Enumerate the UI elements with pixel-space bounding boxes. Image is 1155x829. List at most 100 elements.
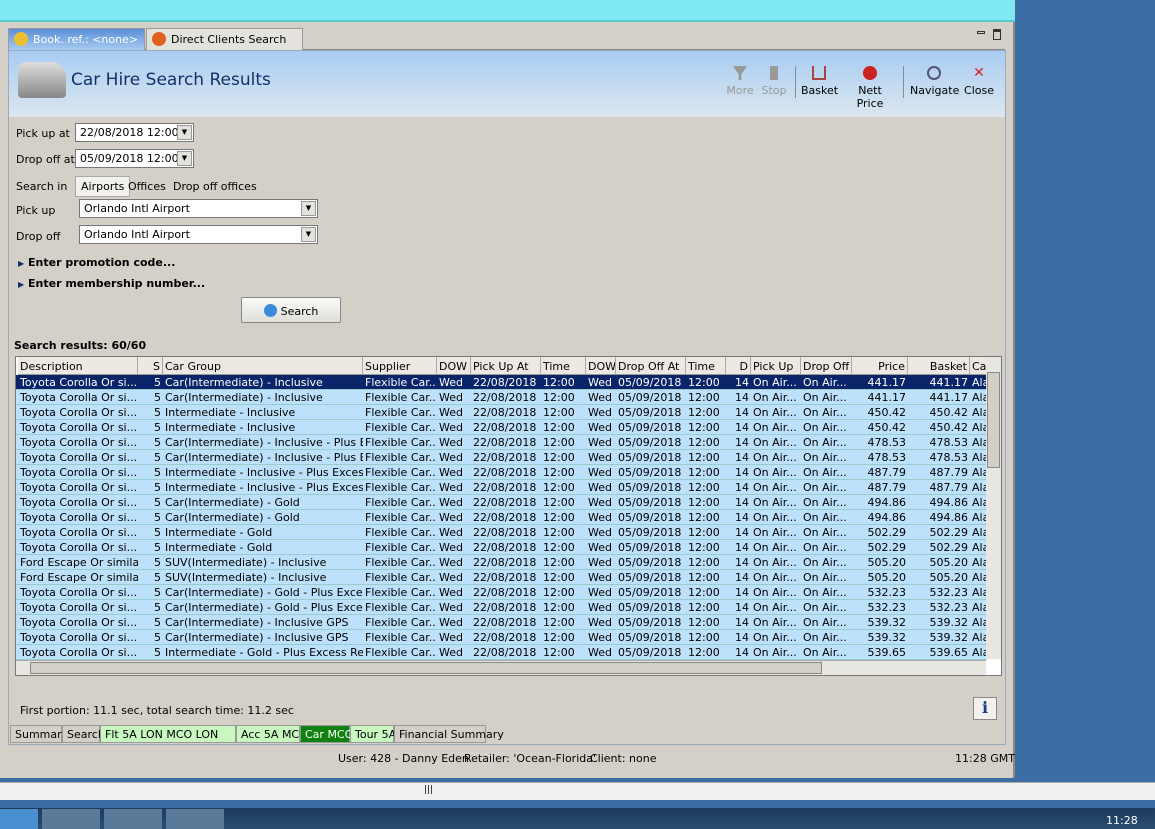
bottom-tab[interactable]: Summary	[10, 725, 68, 743]
table-row[interactable]: Toyota Corolla Or si... 5 Car(Intermediate…	[16, 615, 987, 630]
bottom-tab[interactable]: Search	[62, 725, 105, 743]
column-header[interactable]: Car Group	[163, 357, 363, 375]
table-row[interactable]: Toyota Corolla Or si... 5 Car(Intermediate…	[16, 390, 987, 405]
table-row[interactable]: Toyota Corolla Or si... 5 Intermediate - I…	[16, 465, 987, 480]
pickup-at-field[interactable]: 22/08/2018 12:00 ▼	[75, 123, 194, 142]
column-header[interactable]: Price	[852, 357, 908, 375]
chevron-down-icon[interactable]: ▼	[301, 227, 316, 242]
table-row[interactable]: Toyota Corolla Or si... 5 Intermediate - I…	[16, 420, 987, 435]
maximize-icon[interactable]	[993, 29, 1001, 40]
column-header[interactable]: D	[726, 357, 751, 375]
bottom-tab[interactable]: Tour 5A	[350, 725, 396, 743]
search-in-dropoff-offices-tab[interactable]: Drop off offices	[173, 180, 257, 193]
scroll-thumb[interactable]	[30, 662, 822, 674]
column-header[interactable]: DOW	[437, 357, 471, 375]
table-cell: On Air...	[753, 586, 797, 599]
navigate-button[interactable]: Navigate	[910, 66, 959, 97]
info-button[interactable]: i	[973, 697, 997, 720]
table-cell: 14	[735, 571, 749, 584]
table-row[interactable]: Toyota Corolla Or si... 5 Car(Intermediate…	[16, 435, 987, 450]
chevron-down-icon[interactable]: ▼	[177, 125, 192, 140]
search-in-offices-tab[interactable]: Offices	[128, 180, 166, 193]
stop-icon	[770, 66, 778, 80]
column-header[interactable]: DOW	[586, 357, 616, 375]
taskbar-app[interactable]	[104, 809, 162, 829]
table-row[interactable]: Toyota Corolla Or si... 5 Car(Intermediate…	[16, 630, 987, 645]
table-cell: 12:00	[543, 481, 575, 494]
column-header[interactable]: Pick Up At	[471, 357, 541, 375]
taskbar-app[interactable]	[166, 809, 224, 829]
table-cell: 14	[735, 481, 749, 494]
bottom-tab[interactable]: Flt 5A LON MCO LON	[100, 725, 236, 743]
table-cell: Wed	[439, 406, 463, 419]
column-header[interactable]: Drop Off At	[616, 357, 686, 375]
column-header[interactable]: Supplier	[363, 357, 437, 375]
close-button[interactable]: ✕ Close	[964, 66, 994, 97]
search-in-airports-tab[interactable]: Airports	[75, 176, 131, 197]
pickup-select[interactable]: Orlando Intl Airport ▼	[79, 199, 318, 218]
column-header[interactable]: Time	[686, 357, 726, 375]
horizontal-scrollbar[interactable]	[16, 660, 986, 675]
table-row[interactable]: Toyota Corolla Or si... 5 Car(Intermediate…	[16, 450, 987, 465]
table-cell: 450.42	[929, 421, 969, 434]
chevron-down-icon[interactable]: ▼	[177, 151, 192, 166]
dropoff-at-field[interactable]: 05/09/2018 12:00 ▼	[75, 149, 194, 168]
membership-expander[interactable]: ▶ Enter membership number...	[18, 277, 205, 290]
table-cell: Wed	[439, 451, 463, 464]
column-header[interactable]: Pick Up	[751, 357, 801, 375]
table-row[interactable]: Toyota Corolla Or si... 5 Car(Intermediate…	[16, 585, 987, 600]
table-row[interactable]: Toyota Corolla Or si... 5 Intermediate - G…	[16, 540, 987, 555]
more-button[interactable]: More	[726, 66, 754, 97]
table-row[interactable]: Ford Escape Or simila... 5 SUV(Intermediat…	[16, 570, 987, 585]
table-row[interactable]: Toyota Corolla Or si... 5 Intermediate - G…	[16, 645, 987, 660]
table-cell: 5	[154, 376, 161, 389]
table-cell: 14	[735, 391, 749, 404]
promotion-code-expander[interactable]: ▶ Enter promotion code...	[18, 256, 175, 269]
stop-label: Stop	[761, 84, 787, 97]
column-header[interactable]: Ca	[970, 357, 987, 375]
taskbar-app[interactable]	[42, 809, 100, 829]
table-row[interactable]: Toyota Corolla Or si... 5 Intermediate - G…	[16, 525, 987, 540]
bottom-tab[interactable]: Acc 5A MCO	[236, 725, 308, 743]
table-cell: On Air...	[803, 391, 847, 404]
column-header[interactable]: Description	[18, 357, 138, 375]
table-row[interactable]: Toyota Corolla Or si... 5 Car(Intermediate…	[16, 600, 987, 615]
minimize-icon[interactable]	[977, 31, 985, 34]
table-row[interactable]: Toyota Corolla Or si... 5 Car(Intermediate…	[16, 495, 987, 510]
column-header[interactable]: Drop Off	[801, 357, 852, 375]
table-cell: Flexible Car...	[365, 421, 437, 434]
table-cell: 5	[154, 571, 161, 584]
chevron-down-icon[interactable]: ▼	[301, 201, 316, 216]
scroll-thumb[interactable]	[987, 372, 1000, 468]
ie-taskbar-icon[interactable]	[0, 809, 38, 829]
basket-button[interactable]: Basket	[801, 66, 838, 97]
table-cell: Flexible Car...	[365, 496, 437, 509]
bottom-tab[interactable]: Car MCO	[300, 725, 353, 743]
table-cell: Wed	[588, 586, 612, 599]
column-header[interactable]: Basket	[908, 357, 970, 375]
dropoff-select[interactable]: Orlando Intl Airport ▼	[79, 225, 318, 244]
table-row[interactable]: Toyota Corolla Or si... 5 Car(Intermediate…	[16, 375, 987, 390]
table-cell: Toyota Corolla Or si...	[20, 466, 138, 479]
tab-direct-clients-search[interactable]: Direct Clients Search	[146, 28, 303, 50]
table-cell: 22/08/2018	[473, 496, 537, 509]
table-row[interactable]: Toyota Corolla Or si... 5 Intermediate - I…	[16, 405, 987, 420]
column-header[interactable]: Time	[541, 357, 586, 375]
column-header[interactable]: S	[138, 357, 163, 375]
table-row[interactable]: Toyota Corolla Or si... 5 Car(Intermediate…	[16, 510, 987, 525]
table-cell: Ala	[972, 481, 987, 494]
search-button[interactable]: Search	[241, 297, 341, 323]
table-cell: 478.53	[867, 436, 907, 449]
bottom-tab[interactable]: Financial Summary	[394, 725, 504, 743]
vertical-scrollbar[interactable]	[986, 357, 1001, 659]
table-cell: 5	[154, 616, 161, 629]
outer-horizontal-scrollbar[interactable]: |||	[0, 782, 1155, 800]
table-cell: Flexible Car...	[365, 526, 437, 539]
nett-price-button[interactable]: Nett Price	[845, 66, 895, 110]
table-row[interactable]: Toyota Corolla Or si... 5 Intermediate - I…	[16, 480, 987, 495]
table-cell: 12:00	[543, 601, 575, 614]
tab-booking[interactable]: Book. ref.: <none> X	[8, 28, 158, 50]
table-cell: Flexible Car...	[365, 631, 437, 644]
table-row[interactable]: Ford Escape Or simila... 5 SUV(Intermediat…	[16, 555, 987, 570]
stop-button[interactable]: Stop	[760, 66, 788, 97]
